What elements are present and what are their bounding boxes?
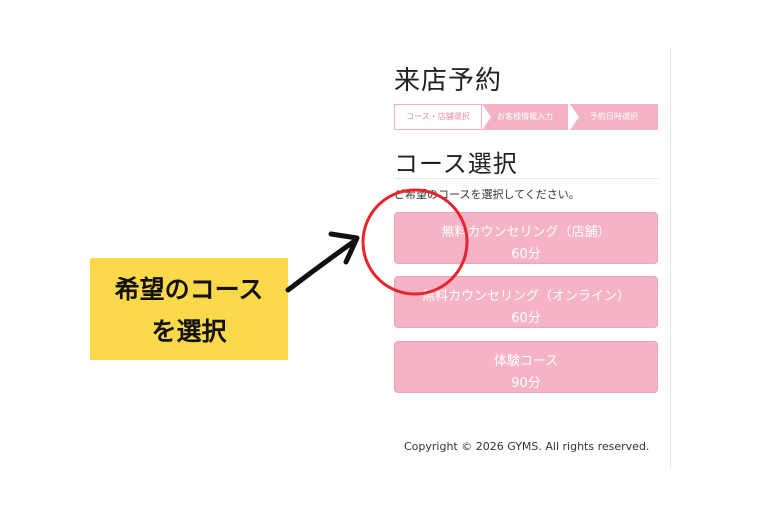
arrow-icon: [285, 237, 359, 293]
annotation-overlay: [285, 188, 469, 296]
highlight-circle: [361, 188, 469, 296]
